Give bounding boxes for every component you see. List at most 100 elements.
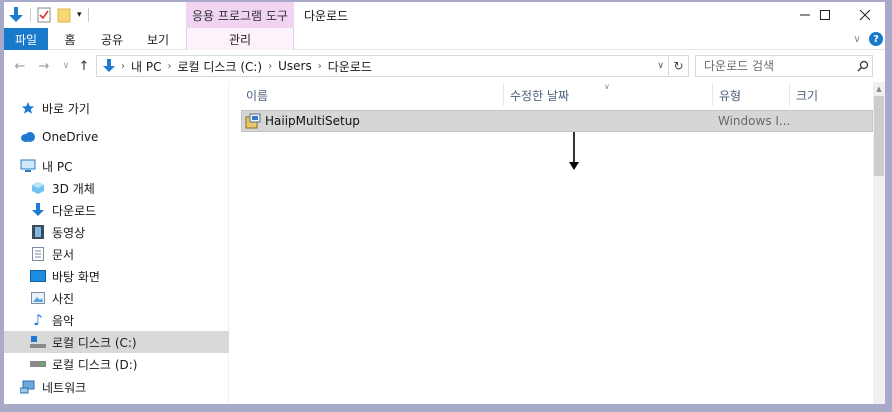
star-icon: [20, 100, 36, 116]
installer-file-icon: [245, 113, 261, 129]
customize-toolbar-chevron-icon[interactable]: ▾: [77, 10, 82, 20]
file-row[interactable]: HaiipMultiSetup Windows I...: [241, 110, 873, 132]
breadcrumb-separator-icon[interactable]: ›: [167, 61, 171, 72]
ribbon-tabs: 파일 홈 공유 보기 관리 ∨ ?: [4, 28, 885, 50]
breadcrumb-local-disk-c[interactable]: 로컬 디스크 (C:): [177, 58, 262, 75]
nav-label: 바로 가기: [42, 101, 90, 116]
nav-label: 로컬 디스크 (C:): [52, 335, 137, 350]
help-button[interactable]: ?: [868, 28, 884, 50]
column-header-name[interactable]: 이름: [240, 82, 504, 108]
tab-view[interactable]: 보기: [140, 28, 176, 50]
nav-label: 음악: [52, 313, 75, 328]
system-drive-icon: [30, 334, 46, 350]
expand-ribbon-chevron-icon[interactable]: ∨: [850, 28, 864, 50]
column-header-size[interactable]: 크기: [790, 82, 870, 108]
forward-arrow-icon: →: [38, 58, 50, 74]
quick-access-toolbar: ▾: [8, 2, 89, 28]
nav-documents[interactable]: 문서: [30, 243, 220, 265]
toolbar-divider: [87, 8, 89, 22]
download-arrow-icon[interactable]: [8, 7, 24, 23]
film-icon: [30, 224, 46, 240]
downloads-location-icon: [101, 58, 117, 74]
computer-icon: [20, 158, 36, 174]
recent-locations-button[interactable]: ∨: [56, 56, 76, 76]
nav-downloads[interactable]: 다운로드: [30, 199, 220, 221]
nav-label: OneDrive: [42, 130, 99, 144]
download-arrow-icon: [30, 202, 46, 218]
maximize-button[interactable]: [805, 2, 845, 28]
refresh-button[interactable]: ↻: [669, 55, 689, 77]
breadcrumb-separator-icon[interactable]: ›: [318, 61, 322, 72]
breadcrumb-separator-icon[interactable]: ›: [121, 61, 125, 72]
breadcrumb-this-pc[interactable]: 내 PC: [131, 58, 161, 75]
nav-label: 네트워크: [42, 380, 87, 395]
scroll-up-arrow-icon[interactable]: ▲: [873, 83, 885, 95]
navigation-pane: 바로 가기 OneDrive 내 PC 3D 개체 다운로드 동영상 문서 바탕…: [4, 82, 229, 404]
desktop-icon: [30, 268, 46, 284]
back-arrow-icon: ←: [14, 58, 26, 74]
tab-home[interactable]: 홈: [56, 28, 84, 50]
nav-pictures[interactable]: 사진: [30, 287, 220, 309]
new-folder-icon[interactable]: [57, 7, 73, 23]
search-icon[interactable]: [854, 60, 872, 72]
nav-videos[interactable]: 동영상: [30, 221, 220, 243]
nav-onedrive[interactable]: OneDrive: [20, 126, 220, 148]
file-name: HaiipMultiSetup: [265, 114, 360, 128]
nav-desktop[interactable]: 바탕 화면: [30, 265, 220, 287]
up-arrow-icon: ↑: [78, 58, 90, 74]
back-button[interactable]: ←: [10, 56, 30, 76]
close-icon: [859, 9, 871, 21]
music-note-icon: ♪: [33, 311, 43, 329]
column-header-type[interactable]: 유형: [713, 82, 789, 108]
explorer-window: ▾ 응용 프로그램 도구 다운로드 파일 홈 공유 보기 관리 ∨ ? ← → …: [4, 2, 885, 404]
sort-chevron-icon: ∨: [604, 82, 610, 91]
forward-button[interactable]: →: [34, 56, 54, 76]
toolbar-divider: [30, 8, 31, 22]
tab-share[interactable]: 공유: [94, 28, 130, 50]
window-title: 다운로드: [304, 8, 349, 23]
maximize-icon: [820, 10, 830, 20]
nav-this-pc[interactable]: 내 PC: [20, 155, 220, 177]
refresh-icon: ↻: [673, 59, 684, 73]
address-dropdown-chevron-icon[interactable]: ∨: [657, 61, 664, 71]
vertical-scrollbar[interactable]: ▲: [873, 82, 885, 404]
network-icon: [20, 379, 36, 395]
close-button[interactable]: [845, 2, 885, 28]
cube-3d-icon: [30, 180, 46, 196]
nav-label: 동영상: [52, 225, 86, 240]
address-bar[interactable]: › 내 PC › 로컬 디스크 (C:) › Users › 다운로드 ∨: [96, 55, 669, 77]
scrollbar-thumb[interactable]: [874, 96, 884, 176]
application-tools-context-title: 응용 프로그램 도구: [186, 2, 294, 28]
nav-local-disk-d[interactable]: 로컬 디스크 (D:): [30, 353, 220, 375]
chevron-down-icon: ∨: [62, 61, 70, 71]
document-icon: [30, 246, 46, 262]
breadcrumb-separator-icon[interactable]: ›: [268, 61, 272, 72]
nav-network[interactable]: 네트워크: [20, 376, 220, 398]
picture-icon: [30, 290, 46, 306]
breadcrumb-downloads[interactable]: 다운로드: [328, 58, 372, 75]
tab-manage[interactable]: 관리: [186, 28, 294, 50]
help-icon: ?: [869, 32, 883, 46]
cloud-icon: [20, 129, 36, 145]
title-bar: ▾ 응용 프로그램 도구 다운로드: [4, 2, 885, 28]
nav-label: 다운로드: [52, 203, 97, 218]
nav-local-disk-c[interactable]: 로컬 디스크 (C:): [4, 331, 229, 353]
tab-file[interactable]: 파일: [4, 28, 48, 50]
search-input[interactable]: [696, 59, 854, 73]
up-button[interactable]: ↑: [74, 56, 94, 76]
nav-label: 사진: [52, 291, 75, 306]
drag-arrow-icon: [569, 132, 579, 170]
nav-quick-access[interactable]: 바로 가기: [20, 97, 220, 119]
properties-icon[interactable]: [37, 7, 53, 23]
nav-label: 내 PC: [42, 159, 73, 174]
search-box[interactable]: [695, 55, 873, 77]
nav-music[interactable]: ♪ 음악: [30, 309, 220, 331]
nav-label: 문서: [52, 247, 75, 262]
file-list: 이름 수정한 날짜 ∨ 유형 크기 HaiipMultiSetup Window…: [230, 82, 875, 404]
file-type: Windows I...: [718, 114, 791, 128]
nav-label: 3D 개체: [52, 181, 95, 196]
drive-icon: [30, 356, 46, 372]
nav-3d-objects[interactable]: 3D 개체: [30, 177, 220, 199]
nav-label: 로컬 디스크 (D:): [52, 357, 138, 372]
breadcrumb-users[interactable]: Users: [278, 59, 312, 73]
